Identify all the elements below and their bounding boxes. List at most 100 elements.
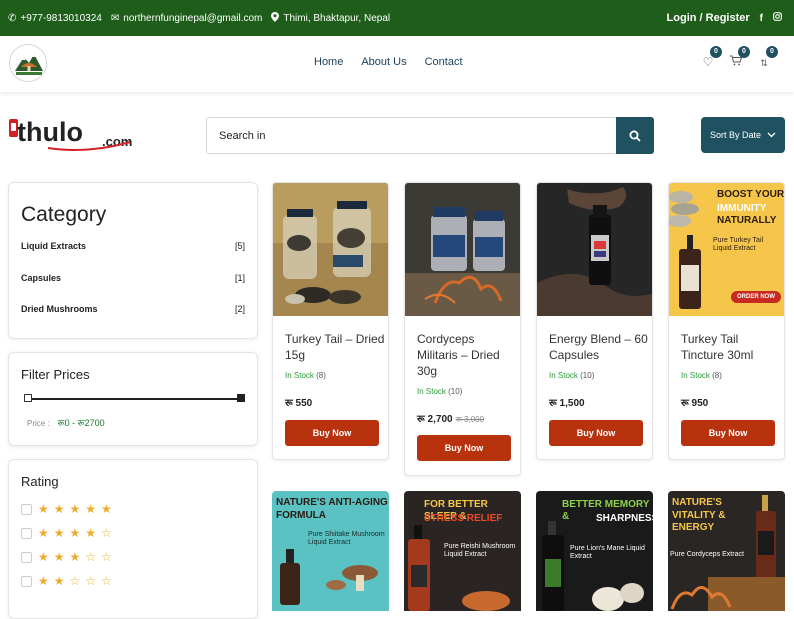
product-name[interactable]: Cordyceps Militaris – Dried 30g [417,331,517,379]
wishlist-button[interactable]: ♡ 0 [694,46,722,74]
product-card[interactable]: BOOST YOUR IMMUNITY NATURALLY Pure Turke… [668,182,785,460]
two-star-icon: ★★☆☆☆ [38,574,117,588]
promo-line-2: IMMUNITY [717,203,767,214]
cart-button[interactable]: 0 [722,46,750,74]
product-name[interactable]: Turkey Tail Tincture 30ml [681,331,781,363]
product-image[interactable] [537,183,652,316]
price-slider-min-handle[interactable] [24,394,32,402]
stock-qty: (8) [316,371,326,380]
rating-checkbox[interactable] [21,527,32,539]
category-label: Dried Mushrooms [21,304,98,314]
stock-status: In Stock (8) [681,371,722,380]
location-contact: Thimi, Bhaktapur, Nepal [271,11,391,25]
stock-label: In Stock [417,387,446,396]
stock-qty: (8) [712,371,722,380]
category-title: Category [21,203,107,226]
nav-home-link[interactable]: Home [314,56,343,68]
stock-qty: (10) [580,371,595,380]
product-name[interactable]: Energy Blend – 60 Capsules [549,331,649,363]
category-item-capsules[interactable]: Capsules [1] [21,273,245,283]
thulo-brand-logo[interactable]: thulo .com [8,114,132,154]
promo-headline: NATURE'S ANTI-AGING [276,497,388,508]
product-card-image[interactable]: NATURE'S ANTI-AGING FORMULA Pure Shiitak… [272,491,389,611]
promo-product-name: Pure Turkey Tail Liquid Extract [713,237,764,252]
product-image[interactable] [405,183,520,316]
rating-filter-3[interactable]: ★★★☆☆ [21,550,117,564]
category-label: Capsules [21,273,62,283]
stock-status: In Stock (10) [417,387,462,396]
price-value: रू 950 [681,398,709,409]
compare-button[interactable]: ⇅ 0 [750,46,778,74]
category-item-liquid-extracts[interactable]: Liquid Extracts [5] [21,241,245,251]
buy-now-button[interactable]: Buy Now [681,420,775,446]
mail-icon: ✉ [110,12,120,24]
compare-count-badge: 0 [766,46,778,58]
category-label: Liquid Extracts [21,241,87,251]
product-card[interactable]: Energy Blend – 60 Capsules In Stock (10)… [536,182,653,460]
top-contact-bar: ✆ +977-9813010324 ✉ northernfunginepal@g… [0,0,794,36]
product-card-image[interactable]: NATURE'S VITALITY & ENERGY Pure Cordycep… [668,491,785,611]
compare-arrows-icon: ⇅ [760,58,768,68]
order-now-badge: ORDER NOW [731,291,781,303]
promo-headline-2: FORMULA [276,510,326,521]
category-count: [5] [234,241,245,251]
nav-contact-link[interactable]: Contact [425,56,463,68]
login-register-link[interactable]: Login / Register [667,12,750,24]
category-item-dried-mushrooms[interactable]: Dried Mushrooms [2] [21,304,245,314]
chevron-down-icon [767,130,776,140]
category-count: [1] [234,273,245,283]
stock-label: In Stock [285,371,314,380]
rating-filter-5[interactable]: ★★★★★ [21,502,117,516]
rating-filter-4[interactable]: ★★★★☆ [21,526,117,540]
phone-icon: ✆ [8,12,17,24]
instagram-icon[interactable] [773,12,782,24]
product-card[interactable]: Turkey Tail – Dried 15g In Stock (8) रू … [272,182,389,460]
cart-count-badge: 0 [738,46,750,58]
buy-now-button[interactable]: Buy Now [549,420,643,446]
product-price: रू 2,700 रू 3,000 [417,411,484,425]
brand-main-text: thulo [17,117,83,147]
wishlist-count-badge: 0 [710,46,722,58]
five-star-icon: ★★★★★ [38,502,117,516]
rating-title: Rating [21,474,59,489]
product-image[interactable]: BOOST YOUR IMMUNITY NATURALLY Pure Turke… [669,183,784,316]
product-price: रू 550 [285,395,312,409]
facebook-icon[interactable]: f [760,13,763,24]
stock-status: In Stock (10) [549,371,594,380]
product-card[interactable]: Cordyceps Militaris – Dried 30g In Stock… [404,182,521,476]
four-star-icon: ★★★★☆ [38,526,117,540]
rating-checkbox[interactable] [21,503,32,515]
rating-filter-2[interactable]: ★★☆☆☆ [21,574,117,588]
search-input[interactable] [207,118,617,153]
filter-prices-panel: Filter Prices Price : रू0 - रू2700 [8,352,258,446]
category-panel: Category Liquid Extracts [5] Capsules [1… [8,182,258,339]
original-price: रू 3,000 [455,415,485,424]
email-contact[interactable]: ✉ northernfunginepal@gmail.com [111,13,263,24]
email-address: northernfunginepal@gmail.com [123,12,263,24]
stock-qty: (10) [448,387,463,396]
price-slider-track [27,398,241,400]
sort-label: Sort By Date [709,130,762,140]
sort-dropdown[interactable]: Sort By Date [701,117,785,153]
product-card-image[interactable]: BETTER MEMORY & SHARPNESS Pure Lion's Ma… [536,491,653,611]
product-price: रू 950 [681,395,708,409]
product-name[interactable]: Turkey Tail – Dried 15g [285,331,385,363]
search-button[interactable] [616,117,654,154]
product-card-image[interactable]: FOR BETTER SLEEP & STRESS RELIEF Pure Re… [404,491,521,611]
price-slider-max-handle[interactable] [237,394,245,402]
price-value: रू 1,500 [549,398,585,409]
northern-fungi-logo[interactable] [9,44,47,82]
price-value: रू 2,700 [417,414,453,425]
rating-panel: Rating ★★★★★ ★★★★☆ ★★★☆☆ ★★☆☆☆ [8,459,258,619]
rating-checkbox[interactable] [21,551,32,563]
product-image[interactable] [273,183,388,316]
phone-contact[interactable]: ✆ +977-9813010324 [8,13,102,24]
location-text: Thimi, Bhaktapur, Nepal [283,12,391,24]
rating-checkbox[interactable] [21,575,32,587]
price-value: रू 550 [285,398,313,409]
buy-now-button[interactable]: Buy Now [417,435,511,461]
price-range-value: रू0 - रू2700 [57,418,105,428]
search-bar [206,117,654,154]
buy-now-button[interactable]: Buy Now [285,420,379,446]
nav-about-link[interactable]: About Us [361,56,406,68]
